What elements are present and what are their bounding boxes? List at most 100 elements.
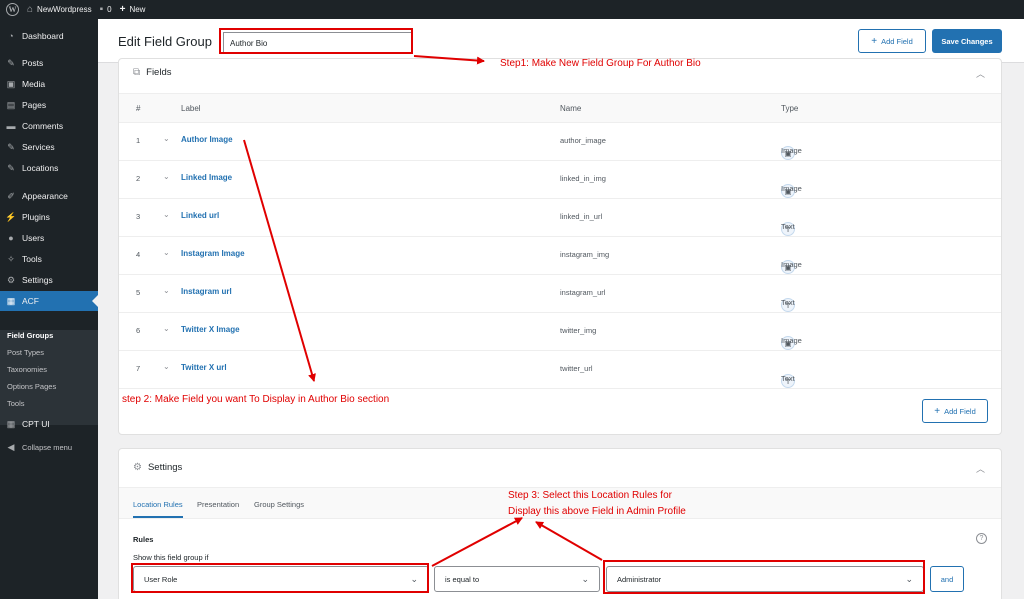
brush-icon: ✐ — [7, 190, 15, 201]
chevron-down-icon: ⌄ — [410, 573, 418, 584]
submenu-post-types[interactable]: Post Types — [7, 348, 44, 357]
sidebar-item-pages[interactable]: ▤ Pages — [0, 95, 98, 115]
rule-operator-value: is equal to — [445, 574, 480, 584]
sidebar-item-appearance[interactable]: ✐ Appearance — [0, 186, 98, 206]
chevron-down-icon[interactable]: ⌄ — [163, 362, 170, 371]
fields-panel: ⧉ Fields ︿ # Label Name Type 1 ⌄ Author I… — [118, 58, 1002, 435]
add-field-bottom-button[interactable]: + Add Field — [922, 399, 988, 423]
chevron-down-icon[interactable]: ⌄ — [163, 248, 170, 257]
chevron-down-icon[interactable]: ⌄ — [163, 172, 170, 181]
rule-value-select[interactable]: Administrator ⌄ — [606, 566, 924, 592]
field-label-link[interactable]: Author Image — [181, 135, 233, 144]
sidebar-item-posts[interactable]: ✎ Posts — [0, 53, 98, 73]
rules-heading: Rules — [133, 535, 154, 544]
pin-icon: ✎ — [7, 162, 15, 173]
field-name: twitter_url — [560, 364, 593, 373]
sidebar-item-locations[interactable]: ✎ Locations — [0, 158, 98, 178]
table-row[interactable]: 5 ⌄ Instagram url instagram_url T Text — [119, 275, 1001, 313]
submenu-tools[interactable]: Tools — [7, 399, 25, 408]
sidebar-item-settings[interactable]: ⚙ Settings — [0, 270, 98, 290]
field-label-link[interactable]: Linked url — [181, 211, 219, 220]
field-name: linked_in_img — [560, 174, 606, 183]
comment-bubble-icon: ▪ — [99, 4, 104, 15]
wordpress-logo-icon[interactable]: W — [6, 3, 19, 16]
tab-location-rules[interactable]: Location Rules — [133, 500, 183, 518]
comments-link[interactable]: ▪ 0 — [100, 4, 112, 15]
sidebar-item-plugins[interactable]: ⚡ Plugins — [0, 207, 98, 227]
add-field-label: Add Field — [944, 406, 976, 416]
table-row[interactable]: 2 ⌄ Linked Image linked_in_img ▣ Image — [119, 161, 1001, 199]
table-row[interactable]: 3 ⌄ Linked url linked_in_url T Text — [119, 199, 1001, 237]
page-title: Edit Field Group — [118, 34, 212, 49]
wrench-icon: ✧ — [7, 253, 15, 264]
sidebar-item-label: Dashboard — [22, 31, 64, 41]
table-row[interactable]: 6 ⌄ Twitter X Image twitter_img ▣ Image — [119, 313, 1001, 351]
chevron-down-icon[interactable]: ⌄ — [163, 210, 170, 219]
table-row[interactable]: 1 ⌄ Author Image author_image ▣ Image — [119, 123, 1001, 161]
field-label-link[interactable]: Twitter X url — [181, 363, 227, 372]
submenu-field-groups[interactable]: Field Groups — [7, 331, 53, 340]
sidebar-item-comments[interactable]: ▬ Comments — [0, 116, 98, 136]
admin-sidebar: ◔ Dashboard ✎ Posts ▣ Media ▤ Pages ▬ Comment… — [0, 19, 98, 599]
site-name-link[interactable]: ⌂ NewWordpress — [27, 4, 92, 15]
field-label-link[interactable]: Linked Image — [181, 173, 232, 182]
sidebar-item-tools[interactable]: ✧ Tools — [0, 249, 98, 269]
chevron-down-icon[interactable]: ⌄ — [163, 324, 170, 333]
chevron-up-icon[interactable]: ︿ — [976, 462, 985, 475]
settings-panel-title: ⚙ Settings — [133, 462, 182, 473]
sidebar-item-label: Plugins — [22, 212, 50, 222]
tab-presentation[interactable]: Presentation — [197, 500, 239, 509]
sidebar-item-label: Pages — [22, 100, 47, 110]
sidebar-item-label: Appearance — [22, 191, 68, 201]
table-row[interactable]: 7 ⌄ Twitter X url twitter_url T Text — [119, 351, 1001, 389]
sidebar-item-label: Media — [22, 79, 46, 89]
sidebar-item-label: Tools — [22, 254, 42, 264]
new-content-link[interactable]: + New — [120, 4, 146, 15]
sidebar-item-dashboard[interactable]: ◔ Dashboard — [0, 26, 98, 46]
column-header-name: Name — [560, 104, 582, 113]
field-group-title-input[interactable]: Author Bio — [223, 32, 413, 54]
sidebar-item-label: CPT UI — [22, 419, 50, 429]
sidebar-item-media[interactable]: ▣ Media — [0, 74, 98, 94]
plus-icon: + — [119, 4, 126, 15]
dashboard-icon: ◔ — [8, 31, 14, 41]
column-header-number: # — [136, 104, 141, 113]
submenu-options-pages[interactable]: Options Pages — [7, 382, 56, 391]
annotation-step3-line2: Display this above Field in Admin Profil… — [508, 506, 686, 517]
field-label-link[interactable]: Twitter X Image — [181, 325, 240, 334]
chevron-up-icon[interactable]: ︿ — [976, 67, 985, 80]
field-label-link[interactable]: Instagram url — [181, 287, 232, 296]
sidebar-item-cpt-ui[interactable]: ▦ CPT UI — [0, 414, 98, 434]
plus-icon: + — [871, 35, 878, 47]
sidebar-item-label: ACF — [22, 296, 39, 306]
sidebar-item-label: Posts — [22, 58, 44, 68]
row-number: 1 — [136, 136, 141, 145]
chevron-down-icon[interactable]: ⌄ — [163, 286, 170, 295]
fields-title-text: Fields — [146, 67, 172, 78]
sidebar-item-label: Services — [22, 142, 55, 152]
add-field-button[interactable]: + Add Field — [858, 29, 926, 53]
help-icon[interactable]: ? — [976, 533, 987, 544]
sidebar-item-acf[interactable]: ▦ ACF — [0, 291, 98, 311]
rule-operator-select[interactable]: is equal to ⌄ — [434, 566, 600, 592]
sidebar-collapse-menu[interactable]: ◀ Collapse menu — [0, 437, 98, 457]
chevron-down-icon[interactable]: ⌄ — [163, 134, 170, 143]
users-icon: ● — [8, 233, 14, 243]
acf-icon: ▦ — [6, 295, 16, 306]
and-button[interactable]: and — [930, 566, 964, 592]
tab-group-settings[interactable]: Group Settings — [254, 500, 304, 509]
sidebar-item-users[interactable]: ● Users — [0, 228, 98, 248]
rule-value-value: Administrator — [617, 574, 662, 584]
sidebar-item-services[interactable]: ✎ Services — [0, 137, 98, 157]
submenu-taxonomies[interactable]: Taxonomies — [7, 365, 47, 374]
admin-bar: W ⌂ NewWordpress ▪ 0 + New — [0, 0, 1024, 19]
chevron-down-icon: ⌄ — [905, 573, 913, 584]
table-row[interactable]: 4 ⌄ Instagram Image instagram_img ▣ Image — [119, 237, 1001, 275]
row-number: 3 — [136, 212, 141, 221]
field-name: instagram_url — [560, 288, 606, 297]
media-icon: ▣ — [6, 78, 16, 89]
rule-param-select[interactable]: User Role ⌄ — [133, 566, 429, 592]
field-label-link[interactable]: Instagram Image — [181, 249, 245, 258]
save-changes-button[interactable]: Save Changes — [932, 29, 1002, 53]
fields-table-header: # Label Name Type — [119, 93, 1001, 123]
